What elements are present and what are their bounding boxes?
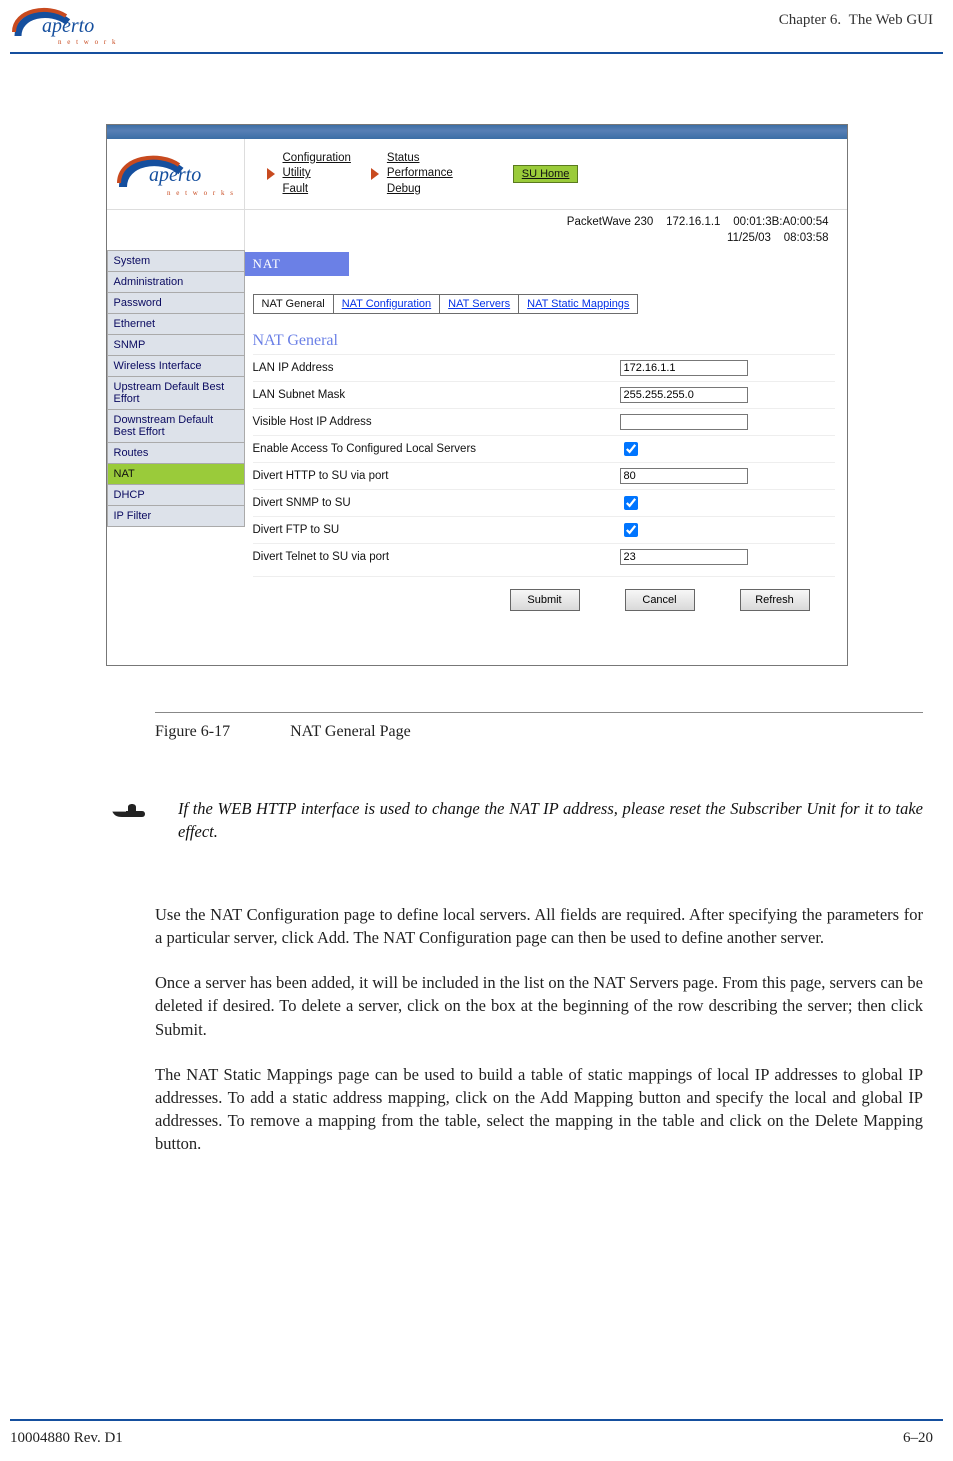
document-page: aperto n e t w o r k s Chapter 6. The We… — [0, 2, 953, 1461]
sidebar-item-ethernet[interactable]: Ethernet — [107, 314, 245, 335]
sidebar-item-nat[interactable]: NAT — [107, 464, 245, 485]
form-buttons: Submit Cancel Refresh — [253, 576, 835, 611]
nav-arrow-icon — [371, 168, 379, 180]
device-model: PacketWave 230 — [567, 216, 654, 228]
nav-configuration[interactable]: Configuration — [283, 151, 351, 167]
sidebar-item-password[interactable]: Password — [107, 293, 245, 314]
su-home-button[interactable]: SU Home — [513, 165, 579, 183]
cancel-button[interactable]: Cancel — [625, 589, 695, 611]
device-ip: 172.16.1.1 — [666, 216, 720, 228]
page-number: 6–20 — [903, 1430, 933, 1447]
gui-logo: aperto n e t w o r k s — [107, 139, 245, 210]
page-footer: 10004880 Rev. D1 6–20 — [10, 1430, 933, 1447]
enable-access-checkbox[interactable] — [624, 442, 638, 456]
divert-http-label: Divert HTTP to SU via port — [253, 470, 620, 482]
device-info-band: PacketWave 230 172.16.1.1 00:01:3B:A0:00… — [245, 210, 847, 250]
device-date: 11/25/03 — [727, 232, 771, 244]
svg-text:aperto: aperto — [42, 15, 94, 37]
chapter-heading: Chapter 6. The Web GUI — [779, 12, 933, 29]
chapter-title: The Web GUI — [849, 12, 933, 28]
gui-screenshot: aperto n e t w o r k s System Administra… — [106, 124, 848, 666]
figure-title: NAT General Page — [290, 723, 411, 741]
para-2: Once a server has been added, it will be… — [155, 971, 923, 1040]
aperto-logo-mark-small: aperto n e t w o r k s — [115, 147, 235, 201]
enable-access-label: Enable Access To Configured Local Server… — [253, 443, 620, 455]
sidebar-item-dhcp[interactable]: DHCP — [107, 485, 245, 506]
divert-http-input[interactable] — [620, 468, 748, 484]
tab-nat-servers[interactable]: NAT Servers — [440, 295, 519, 313]
para-3: The NAT Static Mappings page can be used… — [155, 1063, 923, 1155]
figure-rule — [155, 712, 923, 713]
divert-ftp-label: Divert FTP to SU — [253, 524, 620, 536]
divert-snmp-label: Divert SNMP to SU — [253, 497, 620, 509]
para-1: Use the NAT Configuration page to define… — [155, 903, 923, 949]
nav-fault[interactable]: Fault — [283, 182, 351, 198]
tab-nat-general: NAT General — [254, 295, 334, 313]
figure-number: Figure 6-17 — [155, 723, 230, 741]
tab-nat-static-mappings[interactable]: NAT Static Mappings — [519, 295, 637, 313]
browser-titlebar — [107, 125, 847, 139]
footer-rule — [10, 1419, 943, 1421]
section-title: NAT General — [253, 332, 847, 350]
panel-title: NAT — [245, 252, 349, 276]
page-header: aperto n e t w o r k s Chapter 6. The We… — [0, 2, 953, 46]
submit-button[interactable]: Submit — [510, 589, 580, 611]
chapter-label: Chapter 6. — [779, 12, 841, 28]
pointing-hand-icon — [110, 797, 150, 827]
nav-group-2: Status Performance Debug — [387, 151, 453, 198]
sidebar-item-system[interactable]: System — [107, 250, 245, 272]
divert-ftp-checkbox[interactable] — [624, 523, 638, 537]
nav-group-1: Configuration Utility Fault — [283, 151, 351, 198]
visible-host-label: Visible Host IP Address — [253, 416, 620, 428]
top-nav: Configuration Utility Fault Status Perfo… — [245, 139, 847, 210]
note: If the WEB HTTP interface is used to cha… — [110, 797, 923, 843]
lan-mask-input[interactable] — [620, 387, 748, 403]
svg-text:aperto: aperto — [149, 164, 201, 186]
nav-status[interactable]: Status — [387, 151, 453, 167]
device-time: 08:03:58 — [784, 232, 829, 244]
side-menu: System Administration Password Ethernet … — [107, 250, 245, 527]
lan-mask-label: LAN Subnet Mask — [253, 389, 620, 401]
sidebar-item-wireless[interactable]: Wireless Interface — [107, 356, 245, 377]
aperto-logo: aperto n e t w o r k s — [10, 2, 120, 46]
svg-text:n e t w o r k s: n e t w o r k s — [58, 38, 120, 46]
sidebar-item-ipfilter[interactable]: IP Filter — [107, 506, 245, 527]
aperto-logo-mark: aperto n e t w o r k s — [10, 2, 120, 46]
sidebar-item-downstream[interactable]: Downstream Default Best Effort — [107, 410, 245, 443]
body-text: Use the NAT Configuration page to define… — [155, 903, 923, 1155]
divert-telnet-input[interactable] — [620, 549, 748, 565]
sidebar-item-upstream[interactable]: Upstream Default Best Effort — [107, 377, 245, 410]
sidebar-item-administration[interactable]: Administration — [107, 272, 245, 293]
divert-snmp-checkbox[interactable] — [624, 496, 638, 510]
sidebar-item-routes[interactable]: Routes — [107, 443, 245, 464]
nav-performance[interactable]: Performance — [387, 166, 453, 182]
header-rule — [10, 52, 943, 54]
doc-number: 10004880 Rev. D1 — [10, 1430, 123, 1447]
nav-debug[interactable]: Debug — [387, 182, 453, 198]
device-mac: 00:01:3B:A0:00:54 — [733, 216, 828, 228]
lan-ip-label: LAN IP Address — [253, 362, 620, 374]
nav-arrow-icon — [267, 168, 275, 180]
sidebar-item-snmp[interactable]: SNMP — [107, 335, 245, 356]
visible-host-input[interactable] — [620, 414, 748, 430]
refresh-button[interactable]: Refresh — [740, 589, 810, 611]
figure-caption: Figure 6-17 NAT General Page — [155, 723, 923, 741]
nav-utility[interactable]: Utility — [283, 166, 351, 182]
tab-nat-configuration[interactable]: NAT Configuration — [334, 295, 440, 313]
note-text: If the WEB HTTP interface is used to cha… — [178, 797, 923, 843]
divert-telnet-label: Divert Telnet to SU via port — [253, 551, 620, 563]
lan-ip-input[interactable] — [620, 360, 748, 376]
nat-tabs: NAT General NAT Configuration NAT Server… — [253, 294, 639, 314]
nat-form: LAN IP Address LAN Subnet Mask Visible H… — [253, 354, 835, 611]
svg-text:n e t w o r k s: n e t w o r k s — [167, 189, 235, 197]
